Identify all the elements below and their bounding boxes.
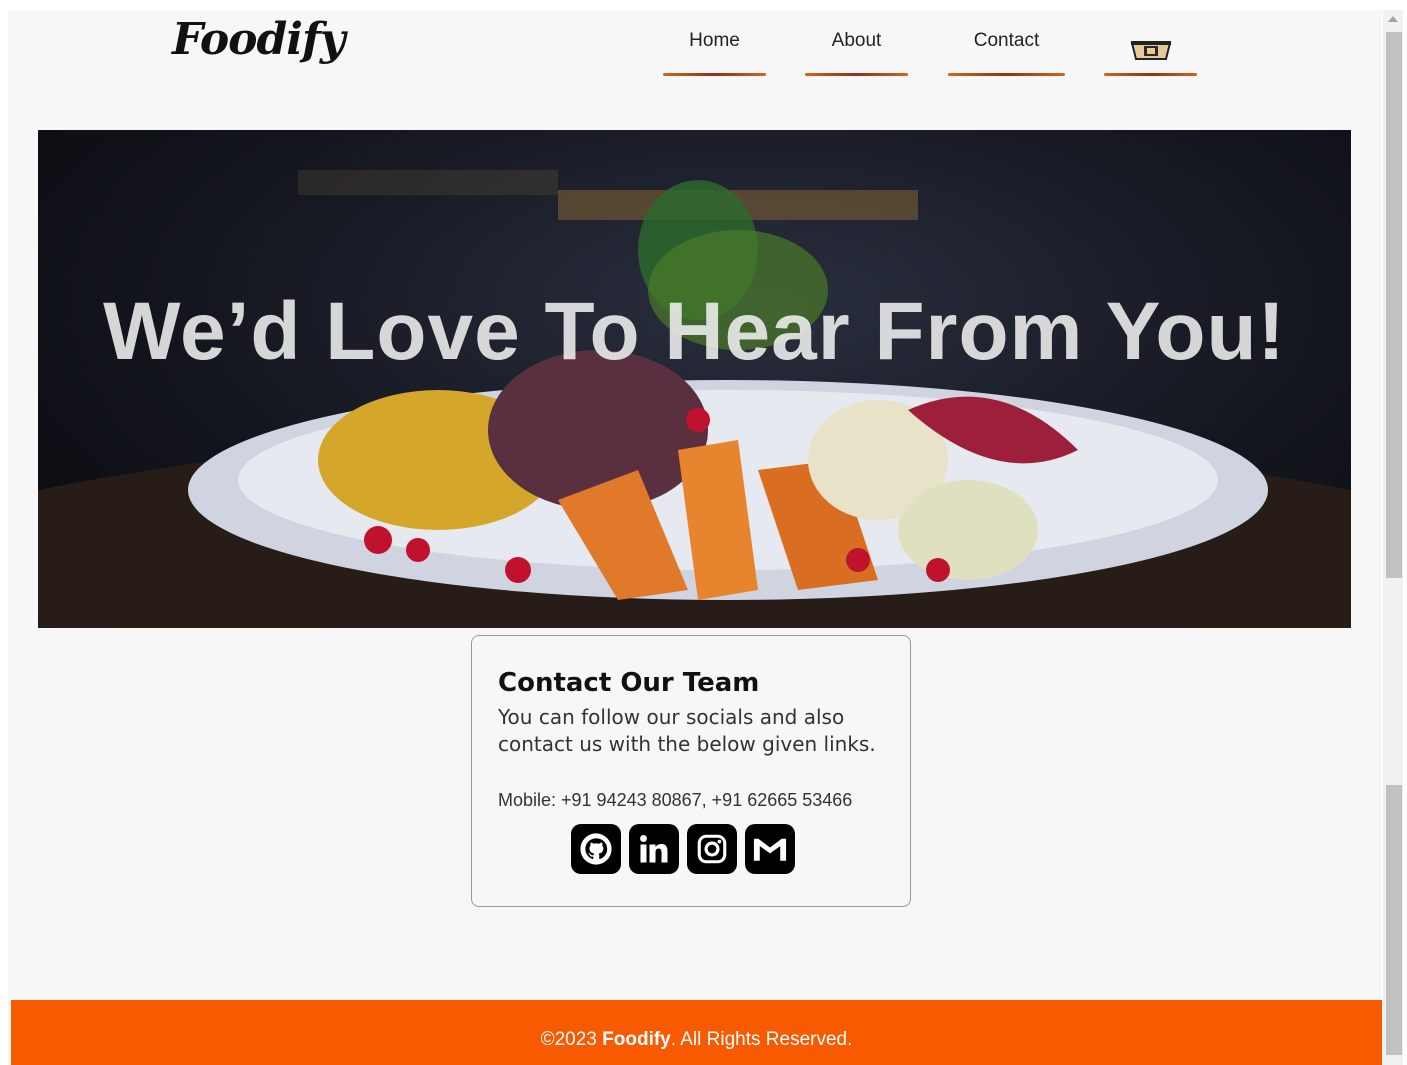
nav-home[interactable]: Home	[663, 30, 766, 76]
linkedin-link[interactable]	[629, 824, 679, 874]
takeout-box-icon	[1130, 39, 1172, 67]
gmail-link[interactable]	[745, 824, 795, 874]
nav-contact[interactable]: Contact	[948, 30, 1065, 76]
footer-copyright: ©2023 Foodify. All Rights Reserved.	[11, 1029, 1382, 1051]
logo[interactable]: Foodify	[172, 14, 346, 65]
nav-cart[interactable]	[1104, 30, 1197, 76]
nav-underline	[948, 73, 1065, 76]
nav-about[interactable]: About	[805, 30, 908, 76]
social-links	[571, 824, 795, 874]
nav-underline	[805, 73, 908, 76]
linkedin-icon	[640, 835, 668, 863]
instagram-icon	[697, 834, 727, 864]
instagram-link[interactable]	[687, 824, 737, 874]
scroll-thumb[interactable]	[1386, 32, 1402, 578]
scrollbar[interactable]	[1383, 10, 1403, 1065]
scroll-thumb-secondary[interactable]	[1386, 785, 1402, 1055]
github-icon	[580, 833, 612, 865]
footer-prefix: ©2023	[540, 1029, 603, 1050]
footer-brand: Foodify	[602, 1029, 671, 1050]
nav-underline	[1104, 73, 1197, 76]
hero-title: We’d Love To Hear From You!	[103, 286, 1286, 377]
footer: ©2023 Foodify. All Rights Reserved.	[11, 1000, 1382, 1065]
contact-mobile: Mobile: +91 94243 80867, +91 62665 53466	[498, 790, 853, 810]
nav-about-label: About	[831, 30, 882, 51]
gmail-icon	[753, 838, 787, 861]
contact-description: You can follow our socials and also cont…	[498, 705, 876, 756]
page: Foodify Home About Contact We’d Love To …	[8, 10, 1382, 1065]
contact-title: Contact Our Team	[498, 668, 760, 698]
nav-contact-label: Contact	[973, 30, 1040, 51]
hero-banner: We’d Love To Hear From You!	[38, 130, 1351, 628]
scroll-up-arrow-icon[interactable]	[1388, 16, 1398, 22]
contact-card: Contact Our Team You can follow our soci…	[471, 635, 911, 907]
food-plate-image	[38, 170, 1351, 628]
nav-home-label: Home	[689, 30, 740, 51]
nav-underline	[663, 73, 766, 76]
github-link[interactable]	[571, 824, 621, 874]
footer-suffix: . All Rights Reserved.	[670, 1029, 853, 1050]
